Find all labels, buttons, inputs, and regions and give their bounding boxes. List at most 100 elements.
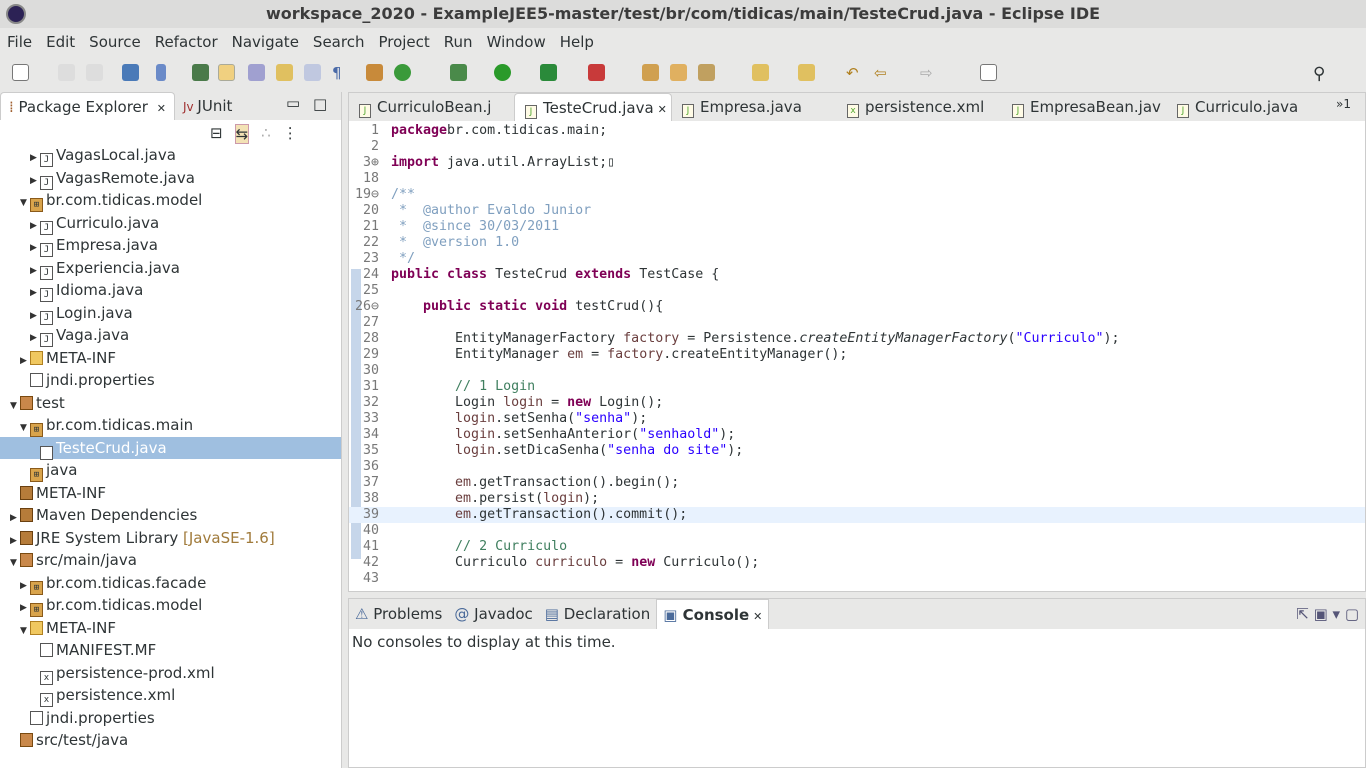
tree-item[interactable]: ▶ J VagasLocal.java: [0, 144, 341, 167]
show-whitespace-icon[interactable]: ¶: [332, 64, 349, 82]
last-edit-icon[interactable]: ↶: [846, 64, 863, 82]
tab-curriculo-java[interactable]: J Curriculo.java: [1167, 93, 1332, 121]
new-class-icon[interactable]: [394, 64, 411, 81]
skip-breakpoints-icon[interactable]: [156, 64, 166, 81]
tree-item[interactable]: jndi.properties: [0, 369, 341, 392]
tree-item[interactable]: x persistence.xml: [0, 684, 341, 707]
tab-overflow[interactable]: »1: [1336, 97, 1351, 111]
menu-search[interactable]: Search: [306, 28, 372, 56]
menu-window[interactable]: Window: [480, 28, 553, 56]
tree-item[interactable]: ⊞ java: [0, 459, 341, 482]
coverage-icon[interactable]: [540, 64, 557, 81]
menu-run[interactable]: Run: [437, 28, 480, 56]
tree-item[interactable]: ▶ Maven Dependencies: [0, 504, 341, 527]
terminal-icon[interactable]: [122, 64, 139, 81]
menu-navigate[interactable]: Navigate: [225, 28, 306, 56]
next-edit-icon[interactable]: [752, 64, 769, 81]
menu-refactor[interactable]: Refactor: [148, 28, 225, 56]
prev-edit-icon[interactable]: [798, 64, 815, 81]
tree-item[interactable]: src/test/java: [0, 729, 341, 752]
tree-item-label: Empresa.java: [56, 236, 158, 254]
tree-item[interactable]: META-INF: [0, 482, 341, 505]
code-area[interactable]: 1 packagebr.com.tidicas.main; 2 3⊕ import ja…: [349, 123, 1365, 587]
tab-empresa-java[interactable]: J Empresa.java: [672, 93, 837, 121]
menu-project[interactable]: Project: [371, 28, 436, 56]
tree-item[interactable]: ▶ ⊞ br.com.tidicas.facade: [0, 572, 341, 595]
tree-item[interactable]: ▼ META-INF: [0, 617, 341, 640]
tree-item-label: Vaga.java: [56, 326, 130, 344]
tab-junit[interactable]: Jv JUnit: [175, 92, 240, 120]
tree-item[interactable]: ▶ META-INF: [0, 347, 341, 370]
tree-item[interactable]: ▶ J Login.java: [0, 302, 341, 325]
tree-item[interactable]: ▶ JRE System Library [JavaSE-1.6]: [0, 527, 341, 550]
external-tools-icon[interactable]: [588, 64, 605, 81]
back-icon[interactable]: ⇦: [874, 64, 891, 82]
code-token: /**: [391, 187, 416, 202]
close-icon[interactable]: ✕: [658, 103, 667, 116]
tree-item[interactable]: MANIFEST.MF: [0, 639, 341, 662]
menu-file[interactable]: File: [0, 28, 39, 56]
link-with-editor-icon[interactable]: ⇆: [234, 124, 250, 144]
menu-help[interactable]: Help: [553, 28, 601, 56]
block-selection-icon[interactable]: [304, 64, 321, 81]
package-icon[interactable]: [366, 64, 383, 81]
save-icon[interactable]: [58, 64, 75, 81]
mark-occurrences-icon[interactable]: [218, 64, 235, 81]
close-icon[interactable]: ✕: [753, 610, 762, 623]
open-folder-icon[interactable]: [670, 64, 687, 81]
open-type-icon[interactable]: [192, 64, 209, 81]
tab-empresabean-jav[interactable]: J EmpresaBean.jav: [1002, 93, 1167, 121]
console-view-controls[interactable]: ⇱ ▣ ▾ ▢: [1296, 605, 1359, 623]
tab-package-explorer[interactable]: ⁞ Package Explorer ✕: [0, 92, 175, 120]
tree-item[interactable]: ▶ ⊞ br.com.tidicas.model: [0, 594, 341, 617]
line-number: 1: [370, 123, 379, 138]
search-tool-icon[interactable]: [698, 64, 715, 81]
tree-item[interactable]: ▶ J Empresa.java: [0, 234, 341, 257]
tree-item[interactable]: ▶ J VagasRemote.java: [0, 167, 341, 190]
close-icon[interactable]: ✕: [157, 102, 166, 115]
pin-editor-icon[interactable]: [980, 64, 997, 81]
run-icon[interactable]: [494, 64, 511, 81]
tree-item[interactable]: x persistence-prod.xml: [0, 662, 341, 685]
tree-item[interactable]: jndi.properties: [0, 707, 341, 730]
java-file-icon: J: [40, 310, 53, 325]
open-project-icon[interactable]: [642, 64, 659, 81]
tree-item[interactable]: ▶ J Idioma.java: [0, 279, 341, 302]
forward-icon[interactable]: ⇨: [920, 64, 937, 82]
minimize-icon[interactable]: ▭: [286, 94, 300, 112]
save-all-icon[interactable]: [86, 64, 103, 81]
tree-item[interactable]: ▼ ⊞ br.com.tidicas.model: [0, 189, 341, 212]
next-annotation-icon[interactable]: [276, 64, 293, 81]
annotation-icon[interactable]: [248, 64, 265, 81]
tab-problems[interactable]: ⚠ Problems: [349, 599, 448, 629]
tab-declaration[interactable]: ▤ Declaration: [539, 599, 656, 629]
collapse-all-icon[interactable]: ⊟: [210, 124, 223, 144]
tree-item[interactable]: ▼ ⊞ br.com.tidicas.main: [0, 414, 341, 437]
view-menu-icon[interactable]: ⋮: [283, 124, 298, 144]
debug-icon[interactable]: [450, 64, 467, 81]
new-icon[interactable]: [12, 64, 29, 81]
tree-item[interactable]: ▶ J Curriculo.java: [0, 212, 341, 235]
java-file-icon: J: [1177, 104, 1189, 118]
tree-item[interactable]: ▼ test: [0, 392, 341, 415]
tree-item[interactable]: ▶ J Experiencia.java: [0, 257, 341, 280]
line-number: 30: [362, 363, 379, 378]
tree-item[interactable]: J TesteCrud.java: [0, 436, 341, 460]
tab-javadoc[interactable]: @ Javadoc: [448, 599, 538, 629]
menu-source[interactable]: Source: [82, 28, 148, 56]
tab-label: persistence.xml: [865, 98, 985, 116]
tab-curriculobean-j[interactable]: J CurriculoBean.j: [349, 93, 514, 121]
tab-testecrud-java[interactable]: J TesteCrud.java ✕: [514, 93, 672, 121]
code-token: */: [391, 251, 416, 266]
tree-item[interactable]: ▼ src/main/java: [0, 549, 341, 572]
tree-item[interactable]: ▶ J Vaga.java: [0, 324, 341, 347]
focus-icon[interactable]: ∴: [261, 124, 271, 144]
tab-console[interactable]: ▣ Console ✕: [656, 599, 770, 629]
tab-persistence-xml[interactable]: x persistence.xml: [837, 93, 1002, 121]
code-token: "senha do site": [607, 443, 728, 458]
menu-edit[interactable]: Edit: [39, 28, 82, 56]
search-icon[interactable]: ⚲: [1313, 64, 1330, 84]
maximize-icon[interactable]: □: [313, 95, 327, 113]
